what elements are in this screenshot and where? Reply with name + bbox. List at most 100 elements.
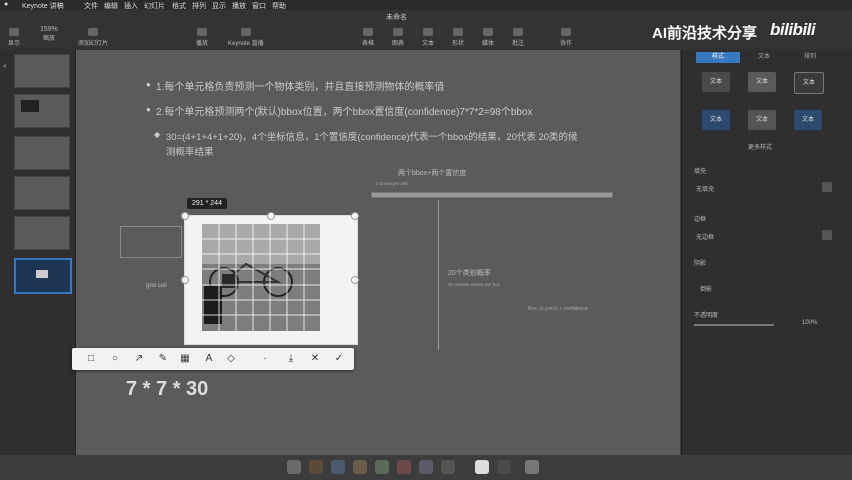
reflection-label[interactable]: 倒影 [700, 284, 712, 293]
apple-icon[interactable]: ● [4, 1, 8, 8]
text-icon [423, 28, 433, 36]
photo-svg [202, 224, 320, 331]
safari-icon[interactable] [331, 460, 345, 474]
collaborate-button[interactable]: 协作 [560, 28, 572, 47]
opacity-value[interactable]: 100% [802, 320, 817, 326]
preview-icon[interactable] [497, 460, 511, 474]
pen-icon[interactable]: ✎ [156, 352, 170, 366]
diagram-title: 两个bbox+两个置信度 [398, 170, 467, 177]
resize-handle[interactable] [181, 276, 189, 284]
table-button[interactable]: 表格 [362, 28, 374, 47]
fill-dropdown-icon[interactable] [822, 182, 832, 192]
rectangle-icon[interactable]: □ [84, 352, 98, 366]
resize-handle[interactable] [351, 212, 359, 220]
border-value[interactable]: 无边框 [696, 232, 714, 241]
media-button[interactable]: 媒体 [482, 28, 494, 47]
mosaic-icon[interactable]: ▦ [178, 352, 192, 366]
view-button[interactable]: 显示 [8, 28, 20, 47]
table-icon [363, 28, 373, 36]
more-styles-link[interactable]: 更多样式 [748, 142, 772, 151]
border-label[interactable]: 边框 [694, 214, 706, 223]
grid-cell-diagram [120, 226, 182, 258]
slide-canvas[interactable]: ● 1.每个单元格负责预测一个物体类别，并且直接预测物体的概率值 ● 2.每个单… [76, 50, 680, 455]
style-preset[interactable]: 文本 [794, 72, 824, 94]
opacity-slider[interactable] [694, 324, 774, 326]
arrow-icon[interactable]: ↗ [132, 352, 146, 366]
notes-icon[interactable] [375, 460, 389, 474]
style-preset[interactable]: 文本 [794, 110, 822, 130]
tab-text[interactable]: 文本 [742, 52, 786, 63]
menu-bar: ● Keynote 讲稿 文件 编辑 插入 幻灯片 格式 排列 显示 播放 窗口… [0, 0, 852, 10]
style-preset[interactable]: 文本 [702, 110, 730, 130]
dock [275, 455, 575, 480]
document-title: 未命名 [386, 14, 407, 21]
trash-icon[interactable] [525, 460, 539, 474]
photos-icon[interactable] [419, 460, 433, 474]
diagram-label-classes: 20个类别概率 [448, 270, 491, 277]
slide-navigator: 4 [0, 50, 76, 455]
media-icon [483, 28, 493, 36]
style-preset[interactable]: 文本 [702, 72, 730, 92]
finder-icon[interactable] [287, 460, 301, 474]
typora-icon[interactable] [475, 460, 489, 474]
resize-handle[interactable] [351, 276, 359, 284]
zoom-value: 159% [40, 26, 58, 33]
opacity-label: 不透明度 [694, 313, 719, 319]
bullet-dot: ● [146, 105, 151, 114]
chart-label: 图表 [392, 41, 405, 47]
zoom-select[interactable]: 159% 缩放 [40, 26, 58, 42]
border-dropdown-icon[interactable] [822, 230, 832, 240]
diagram-label-box: Box: (x,y,w,h) + confidence [528, 306, 588, 312]
bullet-1: 1.每个单元格负责预测一个物体类别，并且直接预测物体的概率值 [156, 82, 445, 93]
mail-icon[interactable] [353, 460, 367, 474]
tab-style[interactable]: 样式 [696, 52, 740, 63]
shape-button[interactable]: 形状 [452, 28, 464, 47]
bilibili-logo: bilibili [770, 20, 816, 39]
slide-thumbnail[interactable] [14, 94, 70, 128]
download-icon[interactable]: ⤓ [284, 352, 298, 366]
comment-label: 批注 [512, 41, 525, 47]
bicycle-photo [202, 224, 320, 331]
resize-handle[interactable] [267, 212, 275, 220]
circle-icon[interactable]: ○ [108, 352, 122, 366]
live-icon [240, 28, 251, 36]
fill-value[interactable]: 无填充 [696, 184, 714, 193]
keynote-live-button[interactable]: Keynote 直播 [228, 28, 264, 47]
resize-handle[interactable] [181, 212, 189, 220]
play-button[interactable]: 播放 [196, 28, 208, 47]
tab-arrange[interactable]: 排列 [788, 52, 832, 63]
terminal-icon[interactable] [441, 460, 455, 474]
slide-thumbnail[interactable] [14, 216, 70, 250]
check-icon[interactable]: ✓ [332, 352, 346, 366]
shape-icon [453, 28, 463, 36]
launchpad-icon[interactable] [309, 460, 323, 474]
fill-label[interactable]: 填充 [694, 166, 706, 175]
slide-thumbnail[interactable] [14, 136, 70, 170]
shadow-label[interactable]: 阴影 [694, 258, 706, 267]
dot-icon[interactable]: · [258, 352, 272, 366]
style-preset[interactable]: 文本 [748, 110, 776, 130]
thumb-image [21, 100, 39, 112]
eraser-icon[interactable]: ◇ [224, 352, 238, 366]
diagram-label-boxes: 2 boxes per cell [376, 181, 408, 186]
slide-thumbnail[interactable] [14, 54, 70, 88]
text-label: 文本 [422, 41, 435, 47]
thumb-image [36, 270, 48, 278]
add-slide-button[interactable]: 添加幻灯片 [78, 28, 108, 47]
play-icon [197, 28, 207, 36]
chart-button[interactable]: 图表 [392, 28, 404, 47]
close-icon[interactable]: ✕ [308, 352, 322, 366]
slide-thumbnail-selected[interactable] [14, 258, 72, 294]
bullet-2: 2.每个单元格预测两个(默认)bbox位置，两个bbox置信度(confiden… [156, 107, 533, 118]
slide-thumbnail[interactable] [14, 176, 70, 210]
comment-button[interactable]: 批注 [512, 28, 524, 47]
add-slide-icon [88, 28, 98, 36]
calendar-icon[interactable] [397, 460, 411, 474]
style-preset[interactable]: 文本 [748, 72, 776, 92]
tensor-depth-line [438, 200, 439, 350]
grid-cell-label: grid cell [146, 283, 167, 289]
collaborate-label: 协作 [560, 41, 573, 47]
text-icon[interactable]: A [202, 352, 216, 366]
diagram-label-scores: 20 classes scores per box [448, 282, 501, 287]
text-button[interactable]: 文本 [422, 28, 434, 47]
